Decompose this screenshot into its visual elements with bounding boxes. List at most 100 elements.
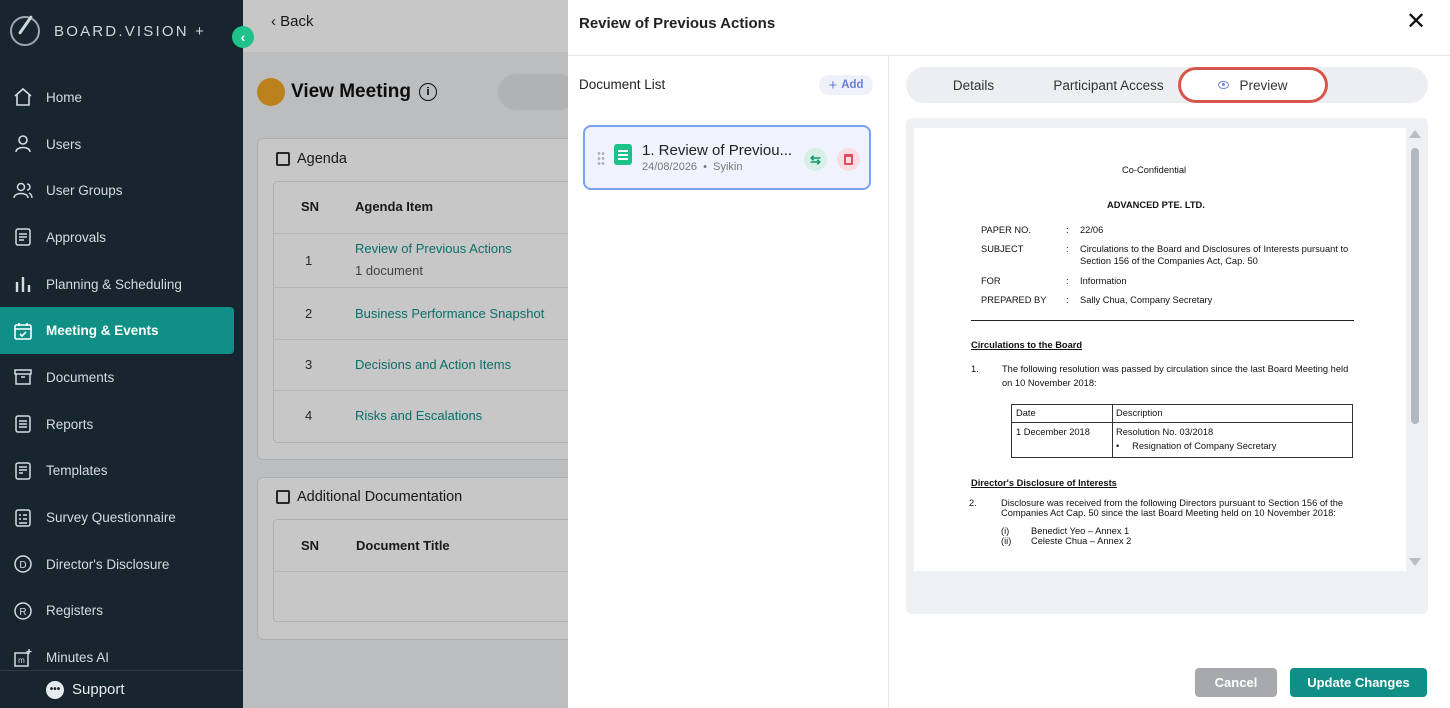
survey-icon <box>12 507 34 529</box>
sidebar-item-label: Director's Disclosure <box>46 556 170 572</box>
sidebar-item-label: Planning & Scheduling <box>46 276 182 292</box>
doc-table-cell: Resolution No. 03/2018 <box>1116 427 1214 437</box>
collapse-sidebar-button[interactable]: ‹ <box>232 26 254 48</box>
eye-icon <box>1218 81 1230 89</box>
doc-table-cell: 1 December 2018 <box>1016 427 1090 437</box>
r-circle-icon: R <box>12 600 34 622</box>
sidebar-item-label: Users <box>46 136 82 152</box>
doc-field-label: FOR <box>981 276 1001 286</box>
doc-field-value: 22/06 <box>1080 225 1104 235</box>
sidebar-item-label: Registers <box>46 603 104 619</box>
close-icon[interactable]: ✕ <box>1406 10 1426 34</box>
sidebar-item-label: Home <box>46 89 83 105</box>
sidebar-item-label: Reports <box>46 416 94 432</box>
modal-column-divider <box>888 56 889 708</box>
calendar-check-icon <box>12 320 34 342</box>
doc-paragraph-cont: Companies Act Cap. 50 since the last Boa… <box>1001 508 1336 518</box>
scroll-up-arrow-icon[interactable] <box>1409 130 1421 138</box>
review-modal: Review of Previous Actions ✕ Document Li… <box>568 0 1450 708</box>
scrollbar-thumb[interactable] <box>1411 148 1419 424</box>
swap-icon[interactable]: ⇆ <box>804 148 827 171</box>
sidebar-item-survey[interactable]: Survey Questionnaire <box>0 494 243 541</box>
svg-text:R: R <box>19 607 26 618</box>
board-vision-logo-icon <box>10 16 40 46</box>
sidebar-item-planning[interactable]: Planning & Scheduling <box>0 261 243 308</box>
preview-panel: Co-Confidential ADVANCED PTE. LTD. PAPER… <box>906 118 1428 614</box>
doc-field-label: PREPARED BY <box>981 295 1047 305</box>
sidebar-item-directors-disclosure[interactable]: D Director's Disclosure <box>0 541 243 588</box>
svg-text:D: D <box>19 560 26 571</box>
tab-details[interactable]: Details <box>926 67 1021 103</box>
scroll-down-arrow-icon[interactable] <box>1409 558 1421 566</box>
d-circle-icon: D <box>12 553 34 575</box>
document-preview-page[interactable]: Co-Confidential ADVANCED PTE. LTD. PAPER… <box>914 128 1406 571</box>
sidebar-item-label: Minutes AI <box>46 650 110 666</box>
sidebar-item-approvals[interactable]: Approvals <box>0 214 243 261</box>
doc-annex-number: (ii) <box>1001 536 1012 546</box>
svg-text:m: m <box>18 656 25 665</box>
doc-resolution-table: Date Description 1 December 2018 Resolut… <box>1011 404 1353 458</box>
drag-handle-icon[interactable] <box>597 151 605 167</box>
file-icon <box>614 144 632 165</box>
trash-icon[interactable] <box>837 148 860 171</box>
sidebar-item-label: Survey Questionnaire <box>46 510 176 526</box>
sidebar-item-label: Approvals <box>46 229 107 245</box>
sidebar-item-label: Meeting & Events <box>46 323 159 339</box>
cancel-button[interactable]: Cancel <box>1195 668 1277 697</box>
modal-title: Review of Previous Actions <box>579 15 776 32</box>
support-button[interactable]: ••• Support <box>0 670 243 708</box>
tab-participant-access[interactable]: Participant Access <box>1046 67 1171 103</box>
report-icon <box>12 413 34 435</box>
doc-colon: : <box>1066 244 1069 254</box>
doc-rule <box>971 320 1354 321</box>
sidebar-item-meeting-events[interactable]: Meeting & Events <box>0 307 234 355</box>
sidebar-item-label: User Groups <box>46 183 123 199</box>
document-list-item[interactable]: 1. Review of Previou... 24/08/2026 • Syi… <box>583 125 871 190</box>
modal-tabs: Details Participant Access Preview <box>906 67 1428 103</box>
archive-icon <box>12 366 34 388</box>
sidebar-item-users[interactable]: Users <box>0 121 243 168</box>
home-icon <box>12 86 34 108</box>
doc-company: ADVANCED PTE. LTD. <box>1107 200 1205 210</box>
doc-colon: : <box>1066 295 1069 305</box>
document-name: 1. Review of Previou... <box>642 142 793 159</box>
add-label: Add <box>841 79 864 91</box>
user-icon <box>12 133 34 155</box>
document-date: 24/08/2026 <box>642 161 698 173</box>
doc-annex-text: Celeste Chua – Annex 2 <box>1031 536 1132 546</box>
doc-field-value: Information <box>1080 276 1127 286</box>
doc-paragraph: The following resolution was passed by c… <box>1002 364 1349 374</box>
brand[interactable]: BOARD.VISION + <box>10 16 206 46</box>
sidebar-item-registers[interactable]: R Registers <box>0 588 243 635</box>
update-changes-button[interactable]: Update Changes <box>1290 668 1427 697</box>
doc-field-value: Circulations to the Board and Disclosure… <box>1080 244 1349 254</box>
chat-bubble-icon: ••• <box>46 680 64 699</box>
sidebar-item-user-groups[interactable]: User Groups <box>0 167 243 214</box>
doc-table-header: Description <box>1116 408 1163 418</box>
sidebar-item-label: Templates <box>46 463 108 479</box>
sidebar-item-documents[interactable]: Documents <box>0 354 243 401</box>
modal-header-divider <box>568 55 1450 56</box>
sidebar-item-reports[interactable]: Reports <box>0 401 243 448</box>
add-document-button[interactable]: + Add <box>819 75 873 95</box>
doc-table-bullet: • Resignation of Company Secretary <box>1116 441 1277 451</box>
doc-field-value: Sally Chua, Company Secretary <box>1080 295 1213 305</box>
plus-icon: + <box>828 76 838 94</box>
tab-preview[interactable]: Preview <box>1181 70 1325 100</box>
doc-colon: : <box>1066 225 1069 235</box>
sidebar-item-templates[interactable]: Templates <box>0 448 243 495</box>
clipboard-icon <box>12 226 34 248</box>
document-list-label: Document List <box>579 77 666 92</box>
brand-name: BOARD.VISION + <box>54 22 207 40</box>
sidebar-item-label: Documents <box>46 369 115 385</box>
doc-paragraph: Disclosure was received from the followi… <box>1001 498 1344 508</box>
sidebar-item-home[interactable]: Home <box>0 74 243 121</box>
doc-field-label: PAPER NO. <box>981 225 1031 235</box>
doc-paragraph-cont: on 10 November 2018: <box>1002 378 1097 388</box>
doc-section-heading: Circulations to the Board <box>971 340 1083 350</box>
modal-backdrop[interactable] <box>243 0 568 708</box>
sidebar-nav: Home Users User Groups Approvals Plannin… <box>0 74 243 681</box>
doc-colon: : <box>1066 276 1069 286</box>
minutes-ai-icon: m <box>12 647 34 669</box>
bar-chart-icon <box>12 273 34 295</box>
